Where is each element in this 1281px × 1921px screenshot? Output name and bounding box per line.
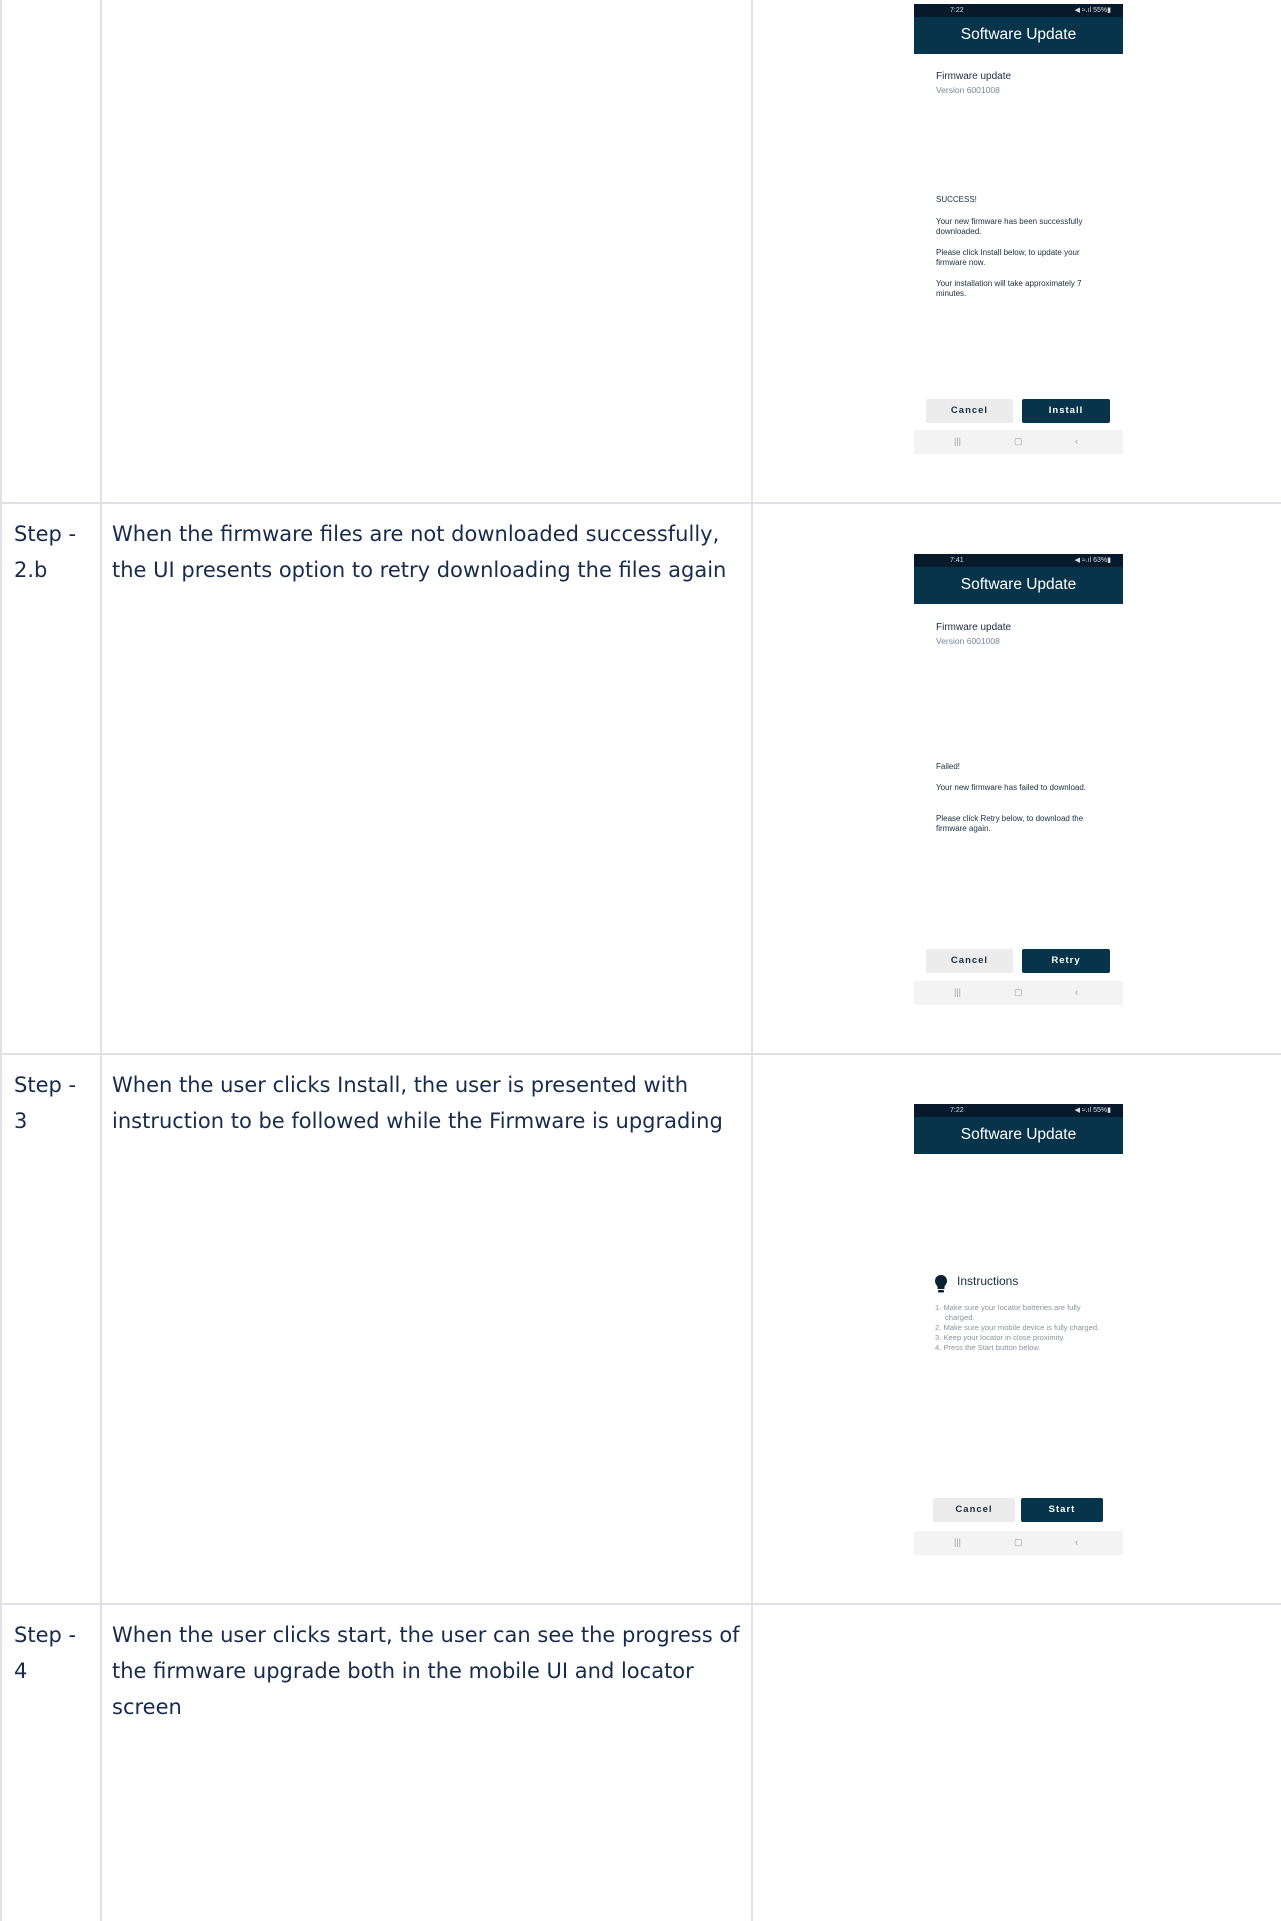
table-divider-label (100, 0, 102, 1921)
app-header-title: Software Update (914, 567, 1123, 604)
instructions-list: 1. Make sure your locator batteries are … (935, 1303, 1105, 1353)
status-message: Failed! (936, 762, 961, 771)
row-divider (0, 1053, 1281, 1055)
phone-screenshot-instructions: 7:22 ◀ ≈.ıl 55%▮ Software Update Instruc… (914, 1104, 1123, 1556)
phone-screenshot-failed: 7:41 ◀ ≈.ıl 63%▮ Software Update Firmwar… (914, 554, 1123, 1006)
app-header-title: Software Update (914, 1117, 1123, 1154)
recent-apps-icon[interactable]: ||| (954, 1537, 961, 1547)
row-divider (0, 1603, 1281, 1605)
instruction-item: 1. Make sure your locator batteries are … (935, 1303, 1081, 1322)
table-border-left (0, 0, 2, 1921)
lightbulb-icon (935, 1275, 947, 1293)
status-indicators: ◀ ≈.ıl 55%▮ (1074, 1107, 1111, 1114)
status-indicators: ◀ ≈.ıl 55%▮ (1074, 7, 1111, 14)
start-button[interactable]: Start (1021, 1498, 1103, 1522)
cancel-button[interactable]: Cancel (926, 399, 1013, 423)
android-nav-bar: ||| ▢ ‹ (914, 1531, 1123, 1555)
status-message: Your new firmware has failed to download… (936, 783, 1087, 792)
status-bar: 7:22 ◀ ≈.ıl 55%▮ (914, 1104, 1123, 1117)
recent-apps-icon[interactable]: ||| (954, 436, 961, 446)
status-message: Please click Install below, to update yo… (936, 248, 1080, 267)
firmware-version: Version 6001008 (936, 85, 1000, 95)
status-time: 7:22 (950, 1107, 964, 1114)
step-label: Step - 4 (14, 1623, 77, 1683)
row-divider (0, 502, 1281, 504)
firmware-version: Version 6001008 (936, 636, 1000, 646)
back-icon[interactable]: ‹ (1075, 987, 1078, 997)
status-bar: 7:22 ◀ ≈.ıl 55%▮ (914, 4, 1123, 17)
instruction-item: 3. Keep your locator in close proximity. (935, 1333, 1065, 1342)
status-time: 7:22 (950, 7, 964, 14)
step-label: Step - 3 (14, 1073, 77, 1133)
document-page: 7:22 ◀ ≈.ıl 55%▮ Software Update Firmwar… (0, 0, 1281, 1921)
firmware-title: Firmware update (936, 71, 1012, 82)
cancel-button[interactable]: Cancel (926, 949, 1013, 973)
instruction-item: 4. Press the Start button below. (935, 1343, 1041, 1352)
retry-button[interactable]: Retry (1022, 949, 1110, 973)
status-bar: 7:41 ◀ ≈.ıl 63%▮ (914, 554, 1123, 567)
phone-screenshot-success: 7:22 ◀ ≈.ıl 55%▮ Software Update Firmwar… (914, 4, 1123, 455)
android-nav-bar: ||| ▢ ‹ (914, 430, 1123, 454)
back-icon[interactable]: ‹ (1075, 436, 1078, 446)
install-button[interactable]: Install (1022, 399, 1110, 423)
home-icon[interactable]: ▢ (1014, 987, 1023, 998)
status-message: Please click Retry below, to download th… (936, 814, 1084, 833)
home-icon[interactable]: ▢ (1014, 1537, 1023, 1548)
firmware-title: Firmware update (936, 622, 1012, 633)
instruction-item: 2. Make sure your mobile device is fully… (935, 1323, 1100, 1332)
status-time: 7:41 (950, 557, 964, 564)
table-divider-description (751, 0, 753, 1921)
instructions-title: Instructions (957, 1274, 1019, 1288)
home-icon[interactable]: ▢ (1014, 436, 1023, 447)
step-label: Step - 2.b (14, 522, 77, 582)
step-description: When the user clicks Install, the user i… (112, 1073, 723, 1133)
cancel-button[interactable]: Cancel (933, 1498, 1015, 1522)
status-indicators: ◀ ≈.ıl 63%▮ (1074, 557, 1111, 564)
app-header-title: Software Update (914, 17, 1123, 54)
step-description: When the firmware files are not download… (112, 522, 727, 582)
status-message: SUCCESS! (936, 195, 977, 204)
status-message: Your installation will take approximatel… (936, 279, 1082, 298)
recent-apps-icon[interactable]: ||| (954, 987, 961, 997)
step-description: When the user clicks start, the user can… (112, 1623, 740, 1719)
back-icon[interactable]: ‹ (1075, 1537, 1078, 1547)
status-message: Your new firmware has been successfully … (936, 217, 1083, 236)
android-nav-bar: ||| ▢ ‹ (914, 981, 1123, 1005)
